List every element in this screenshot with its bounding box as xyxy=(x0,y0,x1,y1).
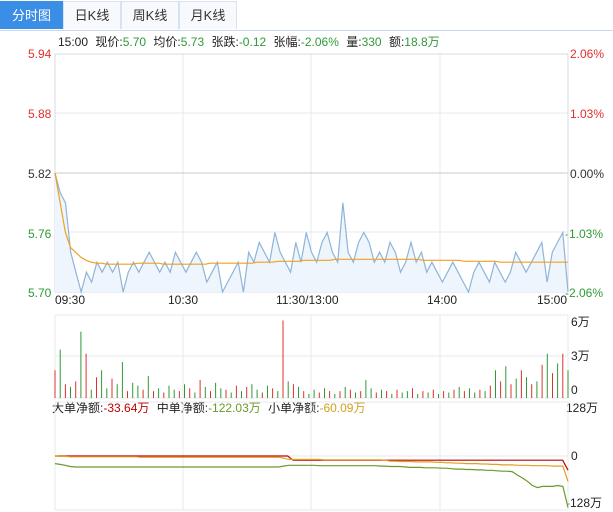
info-pct: -2.06% xyxy=(301,35,339,49)
info-chg-label: 张跌: xyxy=(211,34,238,49)
price-tick-label: 5.70 xyxy=(28,286,52,300)
time-tick-label: 14:00 xyxy=(427,293,457,307)
info-price: 5.70 xyxy=(123,35,147,49)
info-line: 15:00 现价:5.70 均价:5.73 张跌:-0.12 张幅:-2.06%… xyxy=(58,34,440,49)
info-amt-label: 额: xyxy=(389,35,404,49)
volume-tick-label: 6万 xyxy=(571,315,590,329)
flow-mid-value: -122.03万 xyxy=(208,401,261,415)
info-avg: 5.73 xyxy=(181,35,205,49)
flow-big-label: 大单净额: xyxy=(52,401,103,415)
price-tick-label: 5.82 xyxy=(28,167,52,181)
flow-tick-label: 0 xyxy=(571,449,578,463)
pct-tick-label: 2.06% xyxy=(570,47,604,61)
volume-tick-label: 3万 xyxy=(571,349,590,363)
pct-tick-label: -2.06% xyxy=(565,286,603,300)
info-chg: -0.12 xyxy=(239,35,267,49)
flow-tick-label: 128万 xyxy=(566,401,598,415)
flow-small-label: 小单净额: xyxy=(268,401,319,415)
flow-small-value: -60.09万 xyxy=(319,401,365,415)
time-tick-label: 09:30 xyxy=(55,293,85,307)
info-vol: 330 xyxy=(362,35,382,49)
price-tick-label: 5.94 xyxy=(28,47,52,61)
info-price-label: 现价: xyxy=(95,35,122,49)
price-tick-label: 5.76 xyxy=(28,227,52,241)
info-time: 15:00 xyxy=(58,35,88,49)
pct-tick-label: -1.03% xyxy=(565,227,603,241)
pct-tick-label: 0.00% xyxy=(570,167,604,181)
info-pct-label: 张幅: xyxy=(274,34,301,49)
flow-tick-label: -128万 xyxy=(566,496,602,510)
time-tick-label: 15:00 xyxy=(537,293,567,307)
info-amt: 18.8万 xyxy=(404,35,439,49)
info-vol-label: 量: xyxy=(346,35,361,49)
volume-tick-label: 0 xyxy=(571,383,578,397)
info-avg-label: 均价: xyxy=(153,35,180,49)
pct-tick-label: 1.03% xyxy=(570,107,604,121)
price-tick-label: 5.88 xyxy=(28,107,52,121)
intraday-chart: 15:00 现价:5.70 均价:5.73 张跌:-0.12 张幅:-2.06%… xyxy=(28,34,604,511)
flow-big-value: -33.64万 xyxy=(103,401,149,415)
time-tick-label: 11:30/13:00 xyxy=(276,293,339,307)
time-tick-label: 10:30 xyxy=(168,293,198,307)
